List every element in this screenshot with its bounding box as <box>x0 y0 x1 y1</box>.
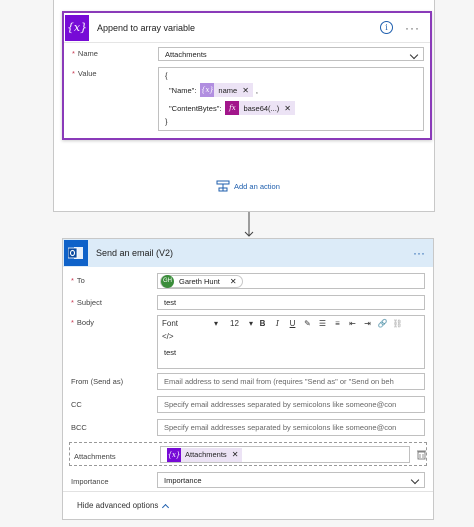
recipient-chip[interactable]: GH Gareth Hunt ✕ <box>160 274 243 288</box>
json-content-key: "ContentBytes": <box>169 103 222 113</box>
variable-icon: {x} <box>200 83 215 97</box>
numbered-list-icon[interactable]: ≡ <box>331 319 344 328</box>
link-icon[interactable]: 🔗 <box>376 319 389 328</box>
importance-value: Importance <box>164 475 202 485</box>
bcc-label: BCC <box>71 423 87 432</box>
close-icon[interactable]: ✕ <box>232 450 239 459</box>
font-select[interactable]: Font ▾ <box>162 319 222 328</box>
hide-advanced-options-link[interactable]: Hide advanced options <box>77 501 170 511</box>
subject-label: * Subject <box>71 298 102 307</box>
append-card-header[interactable]: {x} Append to array variable i ··· <box>64 13 430 43</box>
font-color-icon[interactable]: ✎ <box>301 319 314 328</box>
outlook-icon <box>64 240 88 266</box>
chevron-down-icon <box>410 475 420 485</box>
json-close-brace: } <box>165 117 168 126</box>
bullet-list-icon[interactable]: ☰ <box>316 319 329 328</box>
name-dropdown[interactable]: Attachments <box>158 47 424 61</box>
bcc-placeholder: Specify email addresses separated by sem… <box>164 423 397 432</box>
json-open-brace: { <box>165 71 168 80</box>
json-comma: , <box>255 85 258 95</box>
font-size-select[interactable]: 12 ▾ <box>230 319 256 328</box>
cc-label: CC <box>71 400 82 409</box>
cc-input[interactable]: Specify email addresses separated by sem… <box>157 396 425 413</box>
append-card-title: Append to array variable <box>97 22 196 33</box>
base64-token[interactable]: fx base64(...) ✕ <box>225 101 295 115</box>
name-token-label: name <box>218 85 238 95</box>
chevron-up-icon <box>162 503 170 511</box>
to-label: * To <box>71 276 85 285</box>
from-label: From (Send as) <box>71 377 124 386</box>
send-email-header[interactable]: Send an email (V2) ··· <box>63 239 433 267</box>
hide-advanced-label: Hide advanced options <box>77 501 159 510</box>
append-array-card[interactable]: {x} Append to array variable i ··· * Name… <box>62 11 432 140</box>
name-value: Attachments <box>165 49 207 59</box>
close-icon[interactable]: ✕ <box>230 277 237 286</box>
attachments-input[interactable]: {x} Attachments ✕ <box>160 446 410 463</box>
add-action-label: Add an action <box>234 181 280 191</box>
subject-input[interactable]: test <box>157 295 425 310</box>
info-icon[interactable]: i <box>380 21 393 34</box>
value-label: * Value <box>72 69 97 78</box>
close-icon[interactable]: ✕ <box>242 86 249 95</box>
italic-button[interactable]: I <box>271 319 284 328</box>
name-label: * Name <box>72 49 98 58</box>
attachments-section: Attachments {x} Attachments ✕ <box>69 442 427 466</box>
from-input[interactable]: Email address to send mail from (require… <box>157 373 425 390</box>
add-action-icon <box>216 180 230 192</box>
expression-icon: fx <box>225 101 240 115</box>
variable-icon: {x} <box>65 14 89 41</box>
bcc-input[interactable]: Specify email addresses separated by sem… <box>157 419 425 436</box>
more-options-icon[interactable]: ··· <box>413 247 425 259</box>
avatar: GH <box>161 274 174 288</box>
recipient-name: Gareth Hunt <box>179 276 220 286</box>
value-editor[interactable]: { "Name": {x} name ✕ , "ContentBytes": f… <box>158 67 424 131</box>
json-name-key: "Name": <box>169 85 197 95</box>
subject-value: test <box>164 298 177 307</box>
send-email-title: Send an email (V2) <box>96 248 174 258</box>
to-field[interactable]: GH Gareth Hunt ✕ <box>157 273 425 289</box>
code-view-button[interactable]: </> <box>162 332 174 341</box>
name-token[interactable]: {x} name ✕ <box>200 83 253 97</box>
unlink-icon[interactable]: ⛓ <box>391 319 404 328</box>
variable-icon: {x} <box>167 447 181 462</box>
body-text: test <box>164 348 177 357</box>
decrease-indent-icon[interactable]: ⇤ <box>346 319 359 328</box>
bold-button[interactable]: B <box>256 319 269 328</box>
body-label: * Body <box>71 318 95 327</box>
close-icon[interactable]: ✕ <box>284 104 291 113</box>
connector-arrow <box>244 212 254 237</box>
rich-text-toolbar: Font ▾ 12 ▾ B I U ✎ ☰ ≡ ⇤ ⇥ 🔗 ⛓ <box>158 316 424 330</box>
importance-label: Importance <box>71 477 109 486</box>
send-email-card[interactable]: Send an email (V2) ··· * To GH Gareth Hun… <box>62 238 434 520</box>
chevron-down-icon <box>409 50 419 60</box>
add-action-button[interactable]: Add an action <box>216 180 280 192</box>
attachments-token-label: Attachments <box>185 450 227 459</box>
base64-token-label: base64(...) <box>243 103 280 113</box>
more-options-icon[interactable]: ··· <box>405 22 420 34</box>
attachments-token[interactable]: {x} Attachments ✕ <box>167 447 243 462</box>
attachments-label: Attachments <box>74 452 116 461</box>
body-editor[interactable]: Font ▾ 12 ▾ B I U ✎ ☰ ≡ ⇤ ⇥ 🔗 ⛓ </> test <box>157 315 425 369</box>
cc-placeholder: Specify email addresses separated by sem… <box>164 400 397 409</box>
from-placeholder: Email address to send mail from (require… <box>164 377 394 386</box>
underline-button[interactable]: U <box>286 319 299 328</box>
increase-indent-icon[interactable]: ⇥ <box>361 319 374 328</box>
importance-dropdown[interactable]: Importance <box>157 472 425 488</box>
delete-item-icon[interactable] <box>416 449 427 460</box>
